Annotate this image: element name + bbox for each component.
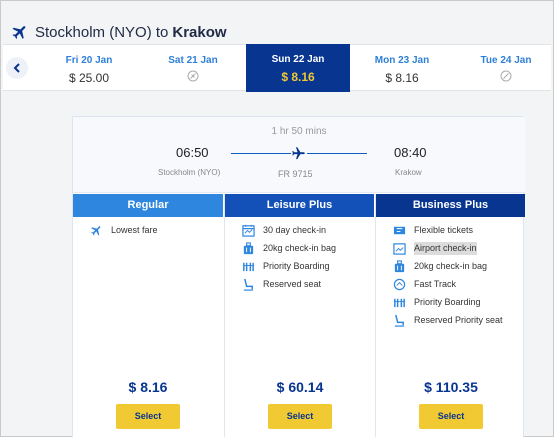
fare-price: $ 110.35 [424,379,478,395]
feature-item: Priority Boarding [242,260,374,273]
route-title: Stockholm (NYO) to Krakow [11,21,227,43]
flight-summary: 1 hr 50 mins 06:50 Stockholm (NYO) FR 97… [73,117,525,193]
route-destination: Krakow [172,23,227,41]
route-line [307,153,367,154]
departure-city: Stockholm (NYO) [158,168,221,177]
unavailable-icon [187,70,199,82]
date-label: Mon 23 Jan [374,55,430,66]
boarding-icon [242,262,255,272]
plane-icon [91,226,101,236]
date-selector: Fri 20 Jan $ 25.00 Sat 21 Jan Sun 22 Jan… [3,44,554,92]
luggage-icon [394,260,405,273]
date-price: $ 25.00 [68,71,110,85]
date-label: Sun 22 Jan [271,54,325,65]
date-mon-23[interactable]: Mon 23 Jan $ 8.16 [350,45,454,91]
date-label: Tue 24 Jan [480,55,532,66]
feature-item: Reserved seat [242,278,374,291]
fare-features: Lowest fare [73,217,223,237]
chevron-left-icon [13,63,20,73]
fasttrack-icon [393,278,406,291]
arrival-time: 08:40 [394,145,427,160]
fare-price: $ 60.14 [276,379,324,395]
fare-name: Regular [73,194,223,217]
feature-label: Priority Boarding [263,261,330,271]
luggage-icon [243,242,254,255]
departure-time: 06:50 [176,145,209,160]
select-leisure-plus-button[interactable]: Select [268,404,332,429]
fare-leisure-plus: Leisure Plus 30 day check-in 20kg check-… [224,194,374,437]
unavailable-icon [500,70,512,82]
flight-duration: 1 hr 50 mins [271,126,327,137]
feature-label: 20kg check-in bag [263,243,337,253]
feature-item: Fast Track [393,278,525,291]
feature-label: Flexible tickets [414,225,474,235]
route-origin: Stockholm (NYO) to [35,23,169,41]
feature-item: Lowest fare [90,224,223,237]
feature-label: Fast Track [414,279,457,289]
flight-number: FR 9715 [278,169,313,179]
ticket-icon [393,226,406,235]
feature-item: 20kg check-in bag [393,260,525,273]
feature-label: Reserved seat [263,279,322,289]
feature-item: Priority Boarding [393,296,525,309]
date-label: Sat 21 Jan [168,55,218,66]
seat-icon [243,278,254,291]
fare-regular: Regular Lowest fare $ 8.16 Select [73,194,223,437]
seat-icon [394,314,405,327]
calendar-icon [242,224,255,237]
feature-item: 20kg check-in bag [242,242,374,255]
feature-item: Reserved Priority seat [393,314,525,327]
date-fri-20[interactable]: Fri 20 Jan $ 25.00 [37,45,141,91]
feature-label: Reserved Priority seat [414,315,503,325]
feature-item: Airport check-in [393,242,525,255]
boarding-icon [393,298,406,308]
date-label: Fri 20 Jan [65,55,113,66]
feature-item: 30 day check-in [242,224,374,237]
date-price: $ 8.16 [281,70,315,84]
feature-label: 30 day check-in [263,225,327,235]
fare-name: Leisure Plus [225,194,374,217]
feature-label: Priority Boarding [414,297,481,307]
feature-item: Flexible tickets [393,224,525,237]
date-tue-24[interactable]: Tue 24 Jan [454,45,554,91]
feature-label: Airport check-in [414,242,477,255]
date-sun-22[interactable]: Sun 22 Jan $ 8.16 [246,44,350,92]
fare-business-plus: Business Plus Flexible tickets Airport c… [375,194,525,437]
route-line [231,153,291,154]
select-business-plus-button[interactable]: Select [419,404,483,429]
plane-icon [292,147,305,160]
select-regular-button[interactable]: Select [116,404,180,429]
fare-features: Flexible tickets Airport check-in 20kg c… [376,217,525,327]
date-price: $ 8.16 [385,71,419,85]
fare-features: 30 day check-in 20kg check-in bag Priori… [225,217,374,291]
arrival-city: Krakow [395,168,422,177]
fare-name: Business Plus [376,194,525,217]
checkin-icon [393,243,406,255]
feature-label: Lowest fare [111,225,158,235]
fare-price: $ 8.16 [128,379,168,395]
date-sat-21[interactable]: Sat 21 Jan [141,45,245,91]
flight-fare-card: 1 hr 50 mins 06:50 Stockholm (NYO) FR 97… [72,116,525,437]
previous-dates-button[interactable] [6,57,28,79]
feature-label: 20kg check-in bag [414,261,488,271]
plane-icon [12,26,26,39]
